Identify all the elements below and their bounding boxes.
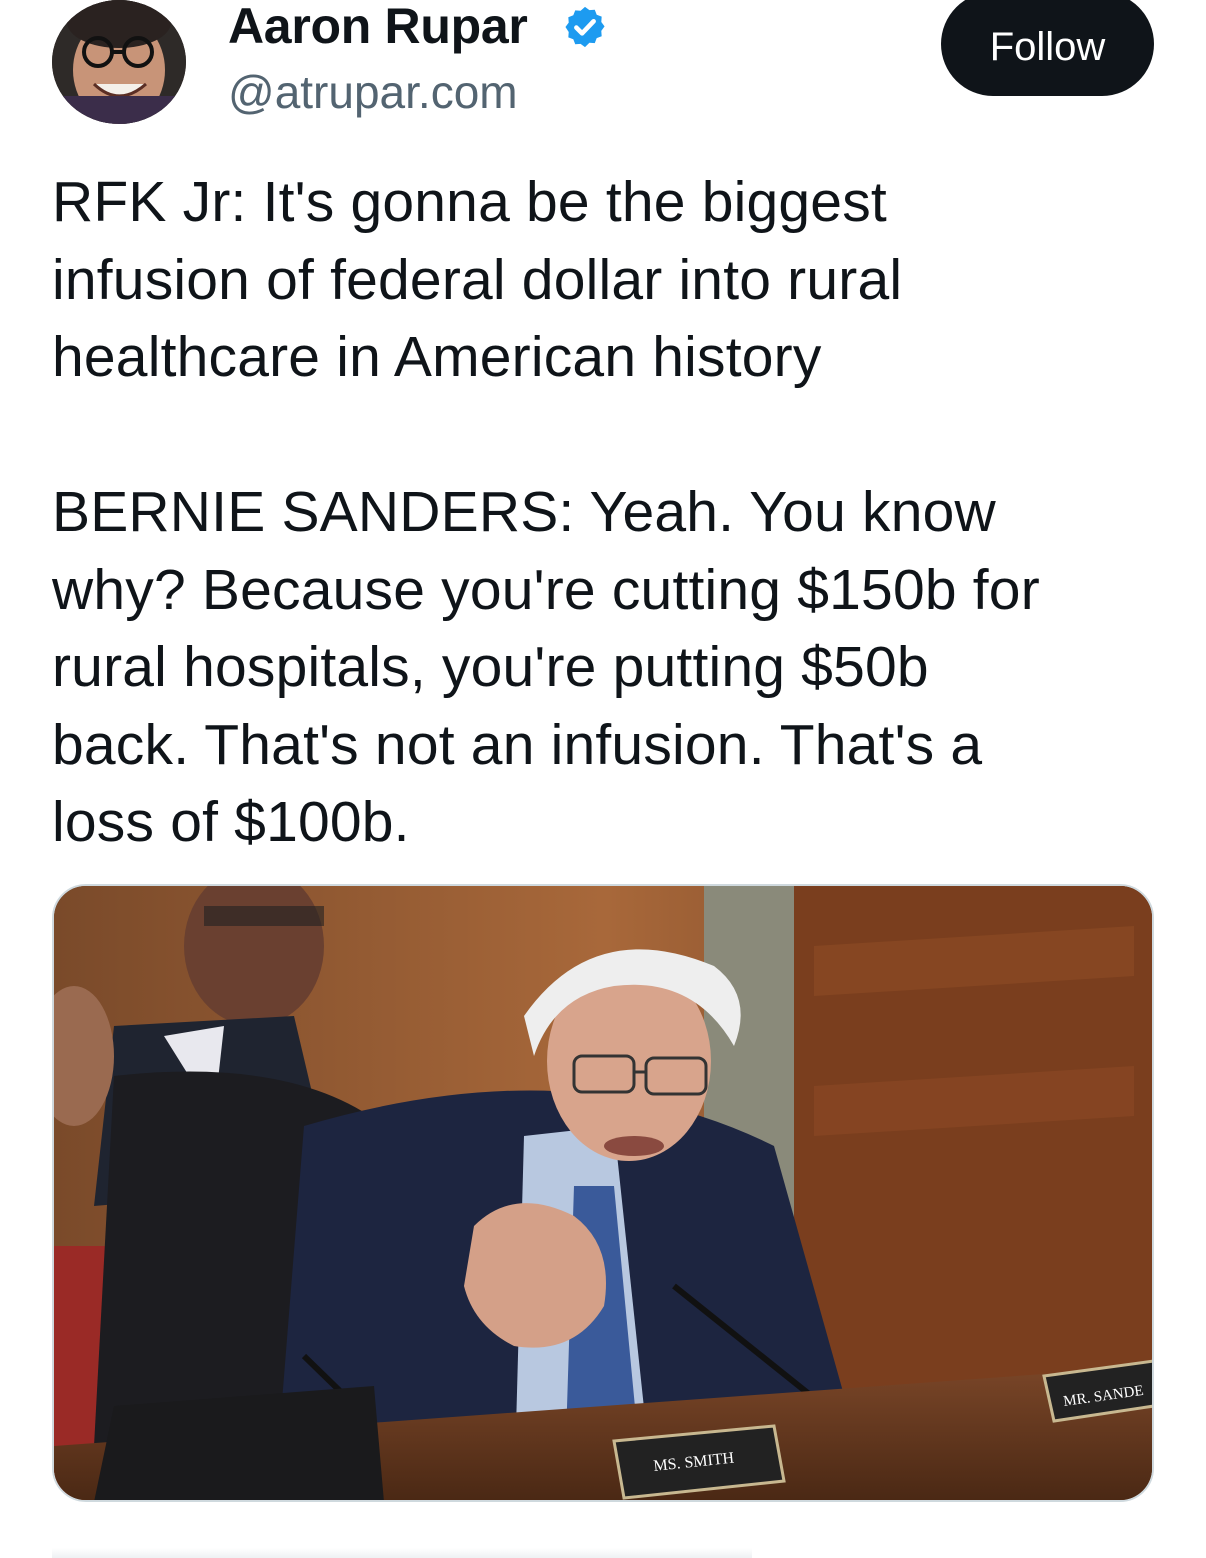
next-row-hint <box>52 1548 752 1558</box>
tweet-card: Aaron Rupar @atrupar.com Follow RFK Jr: … <box>0 0 1206 1558</box>
tweet-text: RFK Jr: It's gonna be the biggest infusi… <box>52 164 1162 862</box>
tweet-text-line: BERNIE SANDERS: Yeah. You know <box>52 480 996 544</box>
tweet-text-line: healthcare in American history <box>52 325 822 389</box>
author-name[interactable]: Aaron Rupar <box>228 0 528 56</box>
follow-button[interactable]: Follow <box>941 0 1154 96</box>
tweet-text-line: RFK Jr: It's gonna be the biggest <box>52 170 887 234</box>
tweet-media-image[interactable]: MS. SMITH MR. SANDE <box>52 884 1154 1502</box>
tweet-text-line: loss of $100b. <box>52 790 410 854</box>
tweet-text-line: why? Because you're cutting $150b for <box>52 557 1040 622</box>
author-handle[interactable]: @atrupar.com <box>228 64 518 120</box>
tweet-text-line: infusion of federal dollar into rural <box>52 247 903 312</box>
avatar-photo <box>52 0 186 124</box>
author-avatar[interactable] <box>52 0 186 124</box>
hearing-photo: MS. SMITH MR. SANDE <box>54 886 1152 1500</box>
tweet-text-line: rural hospitals, you're putting $50b <box>52 635 929 699</box>
verified-check-icon <box>565 6 605 48</box>
tweet-text-line: back. That's not an infusion. That's a <box>52 712 983 777</box>
